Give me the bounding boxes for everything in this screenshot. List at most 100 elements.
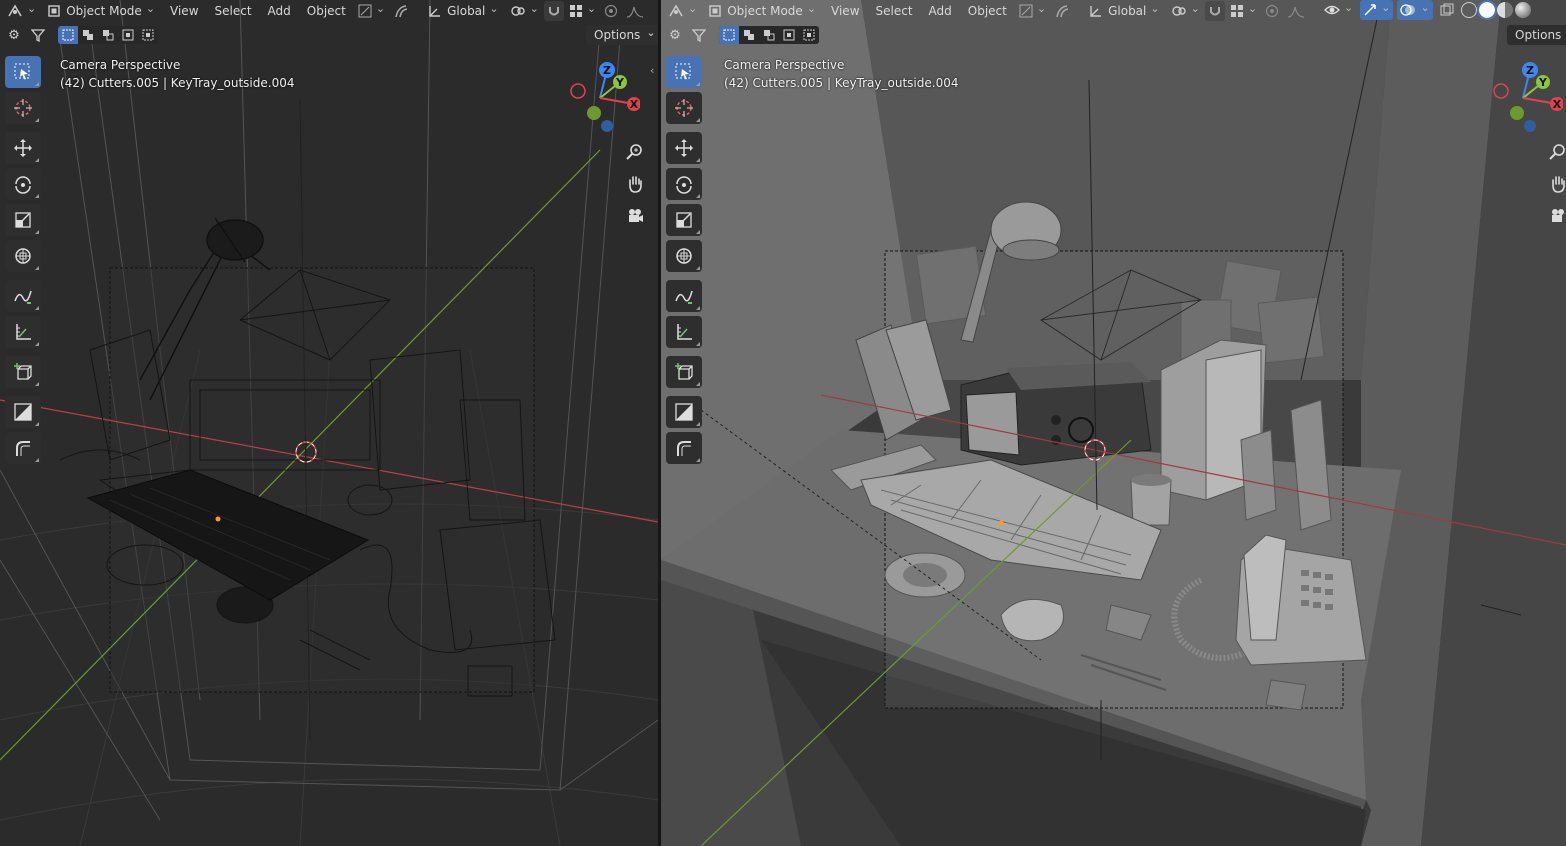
scale-icon [676, 212, 692, 228]
menu-object[interactable]: Object [961, 1, 1014, 21]
navigation-gizmo[interactable]: Z Y X [570, 60, 640, 134]
tool-rotate[interactable] [666, 168, 702, 200]
snap-toggle[interactable] [543, 1, 564, 21]
snap-target-dropdown[interactable] [1227, 1, 1260, 21]
filter-icon[interactable] [689, 25, 709, 45]
menu-select[interactable]: Select [208, 1, 259, 21]
select-subtract-button[interactable] [98, 26, 118, 44]
tool-move[interactable] [666, 132, 702, 164]
filter-icon[interactable] [28, 25, 48, 45]
tool-rotate[interactable] [5, 168, 41, 200]
select-new-icon [723, 29, 735, 41]
snap-base-dropdown[interactable] [355, 1, 388, 21]
select-invert-button[interactable] [118, 26, 138, 44]
xray-toggle[interactable] [1437, 0, 1457, 20]
tool-transform[interactable] [5, 240, 41, 272]
tool-add-cube[interactable] [666, 356, 702, 388]
snap-target-dropdown[interactable] [566, 1, 599, 21]
mode-label: Object Mode [727, 4, 803, 18]
tool-scale[interactable] [5, 204, 41, 236]
solid-scene[interactable] [661, 0, 1566, 846]
pan-button[interactable] [1546, 172, 1566, 196]
menu-view[interactable]: View [824, 1, 866, 21]
gear-icon[interactable]: ⚙ [4, 25, 24, 45]
tool-select-box[interactable] [5, 56, 41, 88]
gear-icon[interactable]: ⚙ [665, 25, 685, 45]
menu-select[interactable]: Select [869, 1, 920, 21]
zoom-button[interactable] [1546, 140, 1566, 164]
tool-shear[interactable] [666, 396, 702, 428]
visibility-dropdown[interactable] [1321, 0, 1356, 20]
tool-bend[interactable] [666, 432, 702, 464]
menu-add[interactable]: Add [261, 1, 298, 21]
tool-add-cube[interactable] [5, 356, 41, 388]
tool-cursor[interactable] [5, 92, 41, 124]
gizmo-toggle[interactable] [1360, 0, 1394, 20]
pivot-icon [510, 6, 525, 16]
viewport-right-solid[interactable]: Object Mode View Select Add Object Globa… [661, 0, 1566, 846]
pan-button[interactable] [623, 172, 647, 196]
options-dropdown[interactable]: Options [1507, 25, 1566, 45]
transform-affect-button[interactable] [390, 1, 412, 21]
falloff-dropdown[interactable] [623, 1, 647, 21]
material-shading-icon[interactable] [1496, 2, 1513, 18]
navigation-gizmo[interactable]: Z Y X [1493, 60, 1563, 134]
tool-measure[interactable] [5, 316, 41, 348]
falloff-dropdown[interactable] [1284, 1, 1308, 21]
tool-measure[interactable] [666, 316, 702, 348]
x-axis-label: X [1553, 98, 1562, 111]
measure-icon [16, 324, 31, 340]
select-new-button[interactable] [58, 26, 78, 44]
orientation-dropdown[interactable]: Global [422, 1, 505, 21]
select-intersect-button[interactable] [799, 26, 819, 44]
tool-annotate[interactable] [666, 280, 702, 312]
select-invert-button[interactable] [779, 26, 799, 44]
rendered-shading-icon[interactable] [1514, 2, 1531, 18]
pivot-dropdown[interactable] [507, 1, 542, 21]
select-subtract-button[interactable] [759, 26, 779, 44]
menu-add[interactable]: Add [922, 1, 959, 21]
select-intersect-button[interactable] [138, 26, 158, 44]
proportional-icon [1265, 4, 1279, 18]
select-new-button[interactable] [719, 26, 739, 44]
menu-view[interactable]: View [163, 1, 205, 21]
snap-base-dropdown[interactable] [1016, 1, 1049, 21]
wireframe-shading-icon[interactable] [1460, 2, 1477, 18]
tool-scale[interactable] [666, 204, 702, 236]
select-extend-button[interactable] [739, 26, 759, 44]
tool-cursor[interactable] [666, 92, 702, 124]
wireframe-scene[interactable] [0, 0, 658, 846]
editor-type-button[interactable] [665, 1, 700, 21]
options-dropdown[interactable]: Options [586, 25, 658, 45]
zoom-button[interactable] [623, 140, 647, 164]
camera-view-button[interactable] [1546, 204, 1566, 228]
select-box-icon [14, 63, 30, 80]
solid-shading-icon[interactable] [1476, 0, 1497, 20]
editor-type-button[interactable] [4, 1, 39, 21]
tool-transform[interactable] [666, 240, 702, 272]
menu-object[interactable]: Object [300, 1, 353, 21]
tool-shear[interactable] [5, 396, 41, 428]
proportional-edit-toggle[interactable] [1262, 1, 1282, 21]
sidebar-toggle-icon[interactable]: ‹ [650, 64, 654, 77]
transform-affect-button[interactable] [1051, 1, 1073, 21]
mode-dropdown[interactable]: Object Mode [702, 1, 822, 21]
pivot-icon [1171, 6, 1186, 16]
viewport-header: Object Mode View Select Add Object Globa… [0, 0, 647, 22]
tool-select-box[interactable] [666, 56, 702, 88]
viewport-left-wireframe[interactable]: Object Mode View Select Add Object Globa… [0, 0, 658, 846]
orientation-dropdown[interactable]: Global [1083, 1, 1166, 21]
annotate-icon [675, 290, 693, 304]
tool-move[interactable] [5, 132, 41, 164]
mode-dropdown[interactable]: Object Mode [41, 1, 161, 21]
select-extend-button[interactable] [78, 26, 98, 44]
camera-view-button[interactable] [623, 204, 647, 228]
snap-toggle[interactable] [1204, 1, 1225, 21]
pivot-dropdown[interactable] [1168, 1, 1203, 21]
orientation-label: Global [1108, 4, 1147, 18]
proportional-edit-toggle[interactable] [601, 1, 621, 21]
tool-annotate[interactable] [5, 280, 41, 312]
overlays-toggle[interactable] [1397, 0, 1433, 20]
active-object-info: (42) Cutters.005 | KeyTray_outside.004 [724, 76, 959, 90]
tool-bend[interactable] [5, 432, 41, 464]
